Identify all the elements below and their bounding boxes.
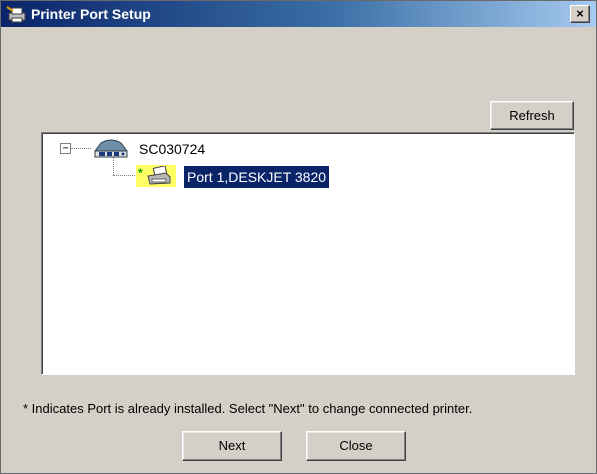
tree-item-port-1[interactable]: Port 1,DESKJET 3820 — [184, 166, 330, 188]
installed-note: * Indicates Port is already installed. S… — [23, 401, 473, 416]
printer-setup-icon — [6, 6, 26, 23]
close-button[interactable]: Close — [306, 431, 406, 461]
tree-root-label[interactable]: SC030724 — [139, 141, 205, 157]
close-icon: × — [576, 6, 584, 21]
tree-connector — [113, 175, 135, 176]
refresh-button[interactable]: Refresh — [490, 101, 574, 130]
printer-icon — [147, 166, 171, 185]
collapse-toggle[interactable]: − — [60, 143, 71, 154]
window-title: Printer Port Setup — [31, 6, 151, 22]
tree-connector — [71, 148, 91, 149]
tree-connector — [113, 157, 114, 175]
close-window-button[interactable]: × — [570, 5, 590, 23]
installed-asterisk: * — [138, 166, 143, 180]
printer-port-setup-dialog: Printer Port Setup × Refresh − SC030724 … — [0, 0, 597, 474]
installed-port-marker[interactable]: * — [136, 165, 176, 187]
next-button[interactable]: Next — [182, 431, 282, 461]
title-bar[interactable]: Printer Port Setup × — [1, 1, 596, 27]
network-device-icon[interactable] — [92, 137, 130, 161]
port-tree-view[interactable]: − SC030724 * Port 1,DESKJET 3820 — [41, 132, 575, 375]
